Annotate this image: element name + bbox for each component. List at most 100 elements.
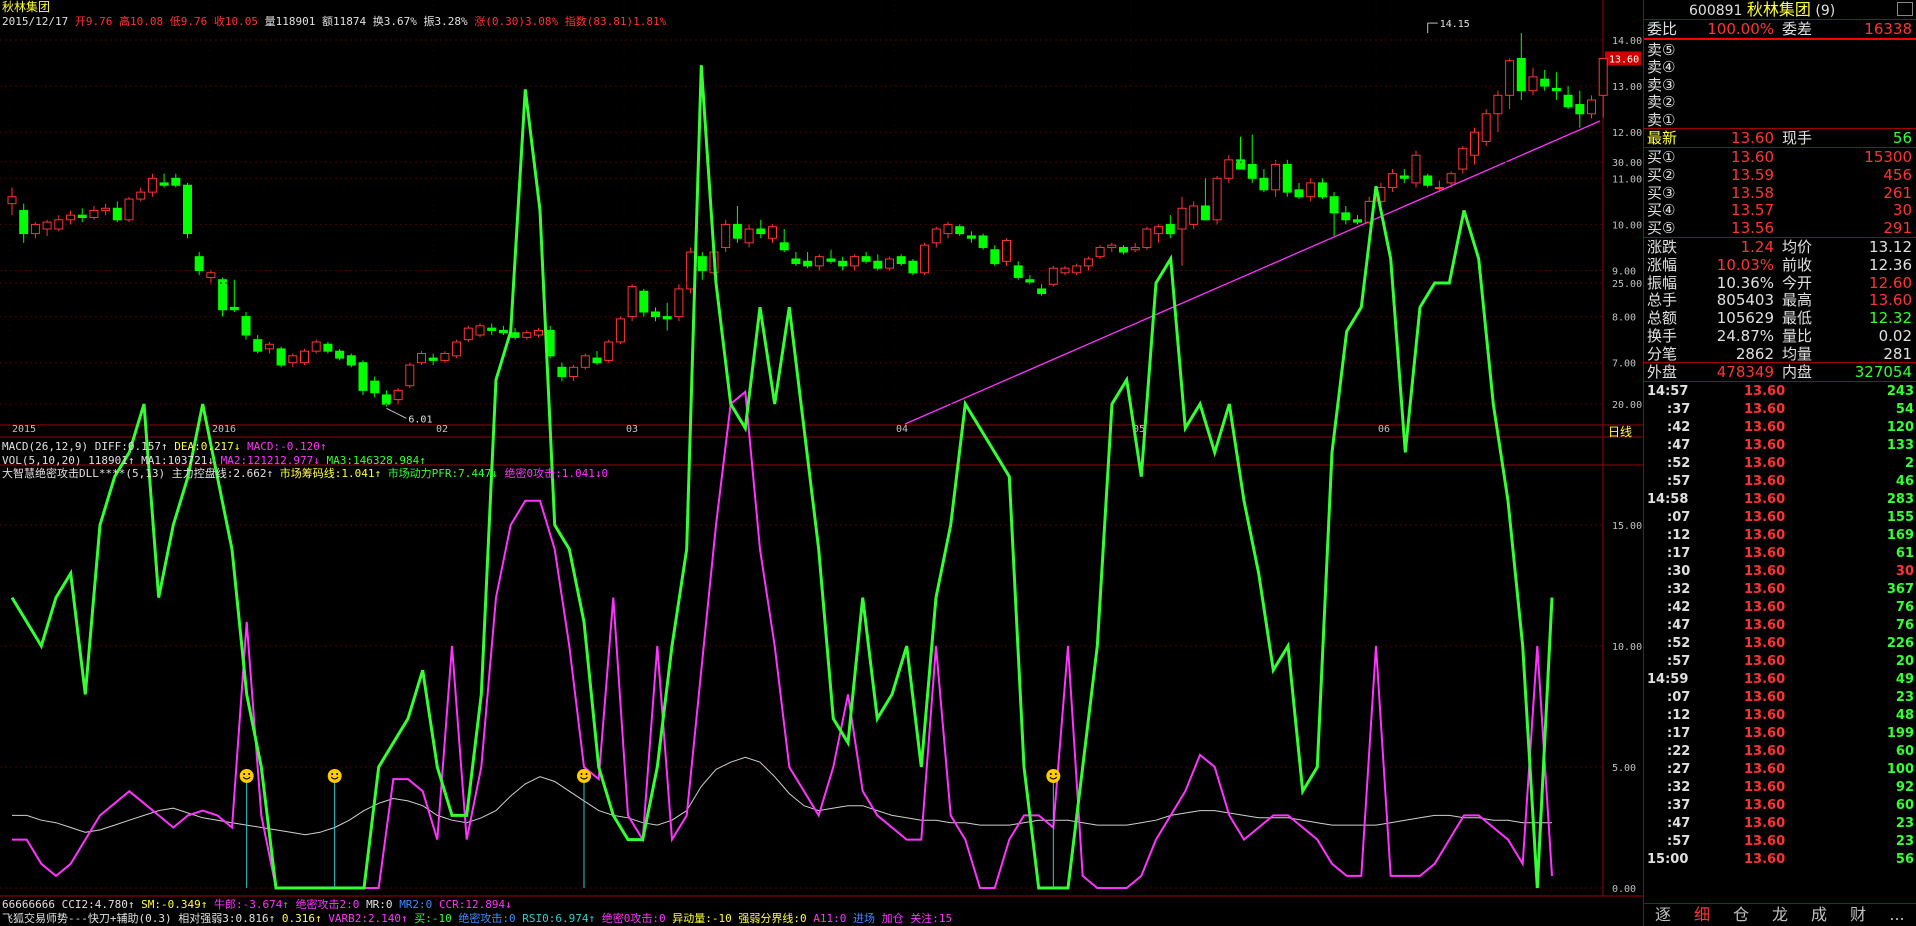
bid-label: 买⑤	[1647, 219, 1676, 238]
candle-body	[849, 256, 859, 267]
footer-line-1: 66666666 CCI2:4.780↑ SM:-0.349↑ 牛郎:-3.67…	[2, 898, 512, 911]
min-marker	[386, 407, 407, 419]
footer-item: CCR:12.894↓	[438, 898, 512, 911]
candle-body	[241, 316, 251, 336]
candle-body	[194, 256, 204, 272]
weicha-value: 16338	[1864, 20, 1912, 38]
tick-time: :57	[1667, 654, 1691, 669]
tick-volume: 243	[1886, 384, 1914, 399]
tick-price: 13.60	[1744, 708, 1786, 723]
candle-body	[592, 357, 602, 364]
candle-body	[1271, 163, 1281, 191]
footer-item: MR2:0	[399, 898, 439, 911]
tick-row: :32 13.60 367	[1644, 581, 1916, 599]
candle-body	[604, 341, 614, 361]
bid-volume: 30	[1892, 201, 1912, 220]
stat-label: 最高	[1782, 291, 1813, 310]
candle-body	[990, 249, 1000, 265]
candle-body	[1282, 163, 1292, 193]
dll-l1: 主力控盘线:2.662↑	[171, 467, 274, 480]
candle-body	[966, 235, 976, 239]
tick-row: :37 13.60 60	[1644, 797, 1916, 815]
tab-1[interactable]: 细	[1683, 904, 1721, 926]
candle-body	[101, 207, 111, 212]
tick-row: :27 13.60 100	[1644, 761, 1916, 779]
price-axis-label: 14.00	[1612, 36, 1642, 47]
tab-2[interactable]: 仓	[1722, 904, 1760, 926]
candle-body	[896, 256, 906, 265]
candle-body	[311, 341, 321, 352]
tick-price: 13.60	[1744, 564, 1786, 579]
stat-row: 涨幅 10.03% 前收 12.36	[1647, 256, 1914, 274]
tab-6[interactable]: ...	[1878, 904, 1916, 926]
candle-body	[77, 214, 87, 218]
candle-body	[522, 332, 532, 338]
vol-ma1: MA1:103721↓	[141, 454, 214, 467]
tick-time: :57	[1667, 474, 1691, 489]
indicator-axis-label: 30.00	[1612, 158, 1642, 169]
footer-item: CCI2:4.780↑	[61, 898, 142, 911]
stat-label: 量比	[1782, 327, 1813, 345]
tick-time: 14:57	[1647, 384, 1689, 399]
tick-price: 13.60	[1744, 546, 1786, 561]
bar-high: 高10.08	[118, 15, 164, 28]
footer-item: SM:-0.349↑	[141, 898, 214, 911]
tick-price: 13.60	[1744, 834, 1786, 849]
candle-body	[1446, 173, 1456, 184]
bar-open: 开9.76	[74, 15, 113, 28]
tick-row: :57 13.60 20	[1644, 653, 1916, 671]
tab-4[interactable]: 成	[1800, 904, 1838, 926]
candle-body	[1505, 60, 1515, 96]
candle-body	[229, 306, 239, 311]
stat-label: 涨幅	[1647, 255, 1678, 274]
tick-volume: 23	[1895, 834, 1914, 849]
inner-label: 内盘	[1782, 363, 1813, 381]
indicator-line-white	[12, 756, 1552, 836]
tab-0[interactable]: 逐	[1644, 904, 1682, 926]
stat-label: 振幅	[1647, 273, 1678, 292]
tick-volume: 226	[1886, 636, 1914, 651]
ask-row: 卖①	[1647, 111, 1914, 129]
tick-price: 13.60	[1744, 492, 1786, 507]
stat-value: 12.60	[1869, 273, 1912, 292]
bid-label: 买②	[1647, 165, 1676, 184]
indicator-axis-label: 20.00	[1612, 400, 1642, 411]
candle-body	[674, 288, 684, 318]
macd-dea: DEA:0.217↓	[174, 440, 241, 453]
tab-5[interactable]: 财	[1839, 904, 1877, 926]
stat-row: 总额 105629 最低 12.32	[1647, 309, 1914, 327]
bar-volume: 量118901	[264, 15, 316, 28]
vol-title: VOL(5,10,20)	[2, 454, 82, 467]
stat-value: 13.60	[1869, 291, 1912, 310]
candle-body	[791, 258, 801, 265]
candle-body	[1587, 99, 1596, 115]
candle-body	[264, 343, 274, 350]
panel-title: 600891 秋林集团 (9)	[1689, 1, 1914, 19]
candle-body	[487, 327, 497, 331]
xianshou-value: 56	[1892, 129, 1912, 147]
candle-body	[1434, 187, 1444, 190]
stat-row: 分笔 2862 均量 281	[1647, 345, 1914, 363]
candle-body	[1551, 87, 1561, 92]
bar-low: 低9.76	[169, 15, 208, 28]
tick-time: :12	[1667, 528, 1691, 543]
footer-item: 异动量:-10	[672, 912, 739, 925]
tab-3[interactable]: 龙	[1761, 904, 1799, 926]
outer-value: 478349	[1716, 363, 1774, 381]
tick-time: :07	[1667, 510, 1691, 525]
candle-body	[1212, 177, 1222, 221]
candle-body	[1423, 175, 1433, 186]
tick-price: 13.60	[1744, 636, 1786, 651]
candle-body	[1317, 182, 1327, 198]
ask-label: 卖④	[1647, 58, 1676, 77]
tick-volume: 2	[1904, 456, 1914, 471]
dll-l4: 绝密0攻击:1.041↓0	[504, 467, 609, 480]
stat-row: 总手 805403 最高 13.60	[1647, 291, 1914, 309]
stat-row: 换手 24.87% 量比 0.02	[1647, 327, 1914, 345]
candle-body	[1095, 246, 1105, 258]
bid-volume: 15300	[1864, 148, 1912, 166]
panel-menu-icon[interactable]	[1897, 2, 1913, 16]
candle-body	[1177, 207, 1187, 230]
bar-close: 收10.05	[213, 15, 258, 28]
tick-row: :47 13.60 133	[1644, 437, 1916, 455]
